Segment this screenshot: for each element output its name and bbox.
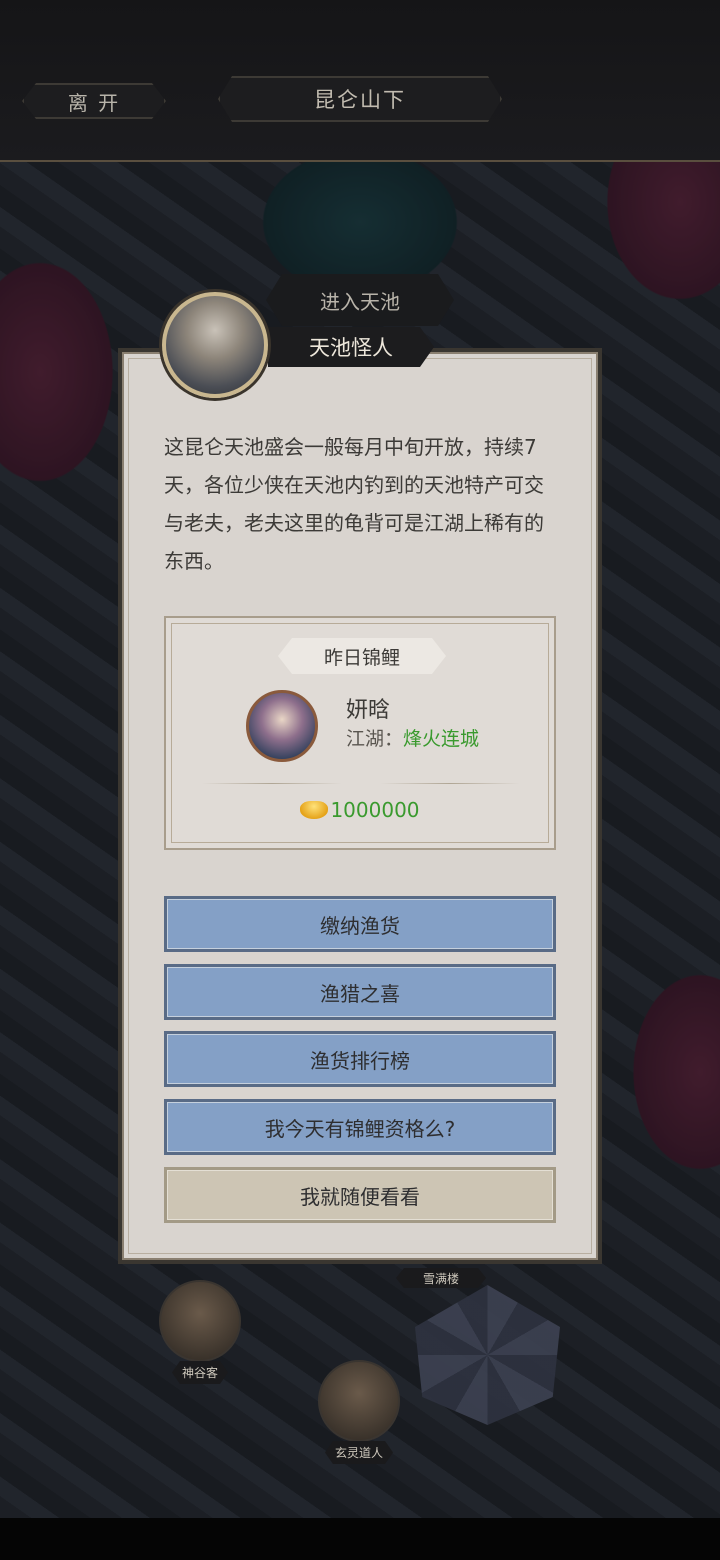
enter-pool-button[interactable]: 进入天池	[266, 274, 454, 326]
koi-panel: 昨日锦鲤 妍晗 江湖：烽火连城 1000000	[164, 616, 556, 850]
npc-portrait	[159, 1280, 241, 1362]
npc-label: 神谷客	[172, 1361, 228, 1384]
koi-eligibility-button[interactable]: 我今天有锦鲤资格么?	[164, 1099, 556, 1155]
npc-portrait	[318, 1360, 400, 1442]
building-label[interactable]: 雪满楼	[396, 1268, 486, 1288]
top-bar: 离 开 昆仑山下	[0, 0, 720, 162]
dialog-text: 这昆仑天池盛会一般每月中旬开放，持续7天，各位少侠在天池内钓到的天池特产可交与老…	[164, 435, 544, 573]
player-name: 妍晗	[346, 698, 391, 723]
reward-amount: 1000000	[330, 798, 420, 822]
divider-right	[380, 783, 520, 784]
koi-title: 昨日锦鲤	[278, 638, 446, 674]
npc-shengu-ke[interactable]: 神谷客	[154, 1280, 246, 1384]
npc-xuanling-daoren[interactable]: 玄灵道人	[313, 1360, 405, 1464]
fishing-joy-button[interactable]: 渔猎之喜	[164, 964, 556, 1020]
guild-prefix: 江湖：	[346, 728, 404, 750]
just-browsing-button[interactable]: 我就随便看看	[164, 1167, 556, 1223]
guild-name: 烽火连城	[403, 728, 480, 750]
player-avatar[interactable]	[246, 690, 318, 762]
gold-ingot-icon	[300, 801, 329, 819]
location-title: 昆仑山下	[218, 76, 502, 122]
player-guild: 江湖：烽火连城	[346, 724, 479, 751]
fish-ranking-button[interactable]: 渔货排行榜	[164, 1031, 556, 1087]
npc-name: 天池怪人	[268, 327, 434, 367]
leave-button[interactable]: 离 开	[22, 83, 166, 119]
npc-avatar	[162, 292, 268, 398]
npc-label: 玄灵道人	[325, 1441, 393, 1464]
koi-reward: 1000000	[166, 798, 554, 822]
bottom-bar	[0, 1518, 720, 1560]
submit-fish-button[interactable]: 缴纳渔货	[164, 896, 556, 952]
divider-left	[202, 783, 342, 784]
